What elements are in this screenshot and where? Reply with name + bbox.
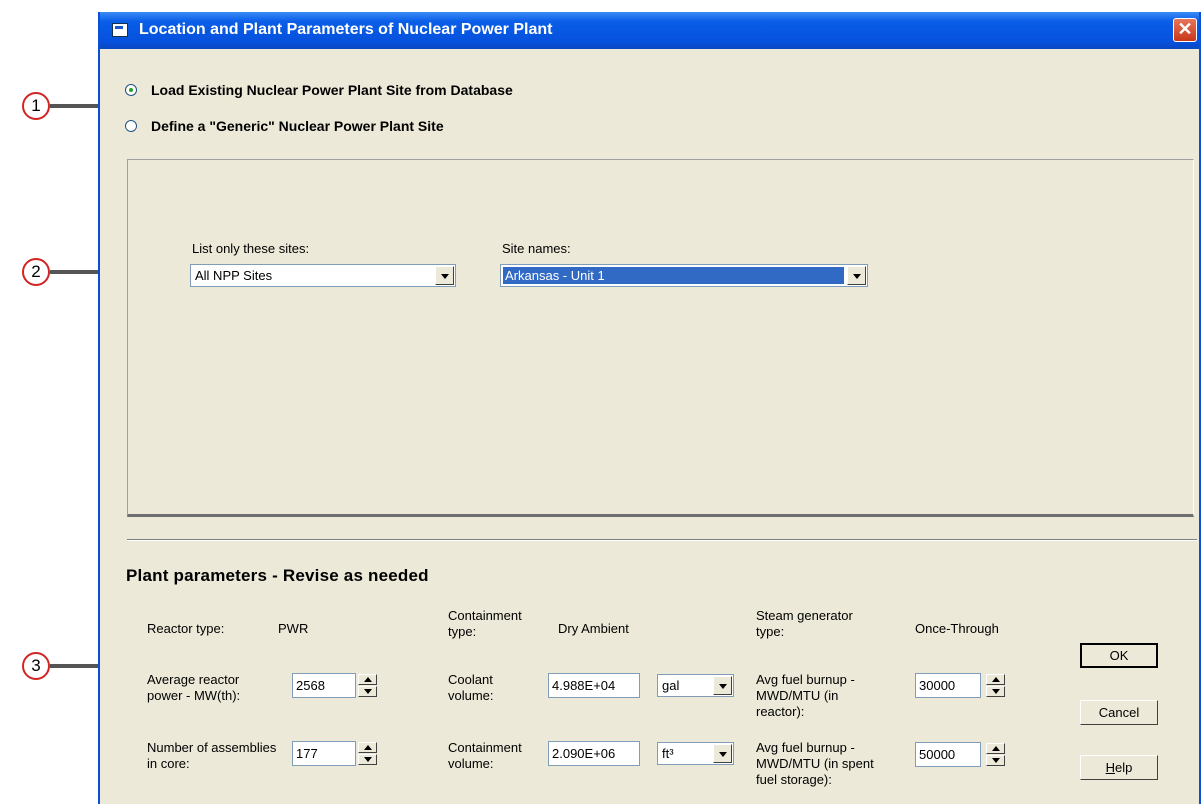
site-names-dropdown[interactable]: Arkansas - Unit 1 xyxy=(500,264,868,287)
reactor-power-spinner[interactable] xyxy=(358,674,377,697)
burnup-reactor-input[interactable]: 30000 xyxy=(915,673,981,698)
containment-unit-value: ft³ xyxy=(662,746,674,761)
arrow-down-icon xyxy=(992,758,1000,763)
site-filter-dropdown-button[interactable] xyxy=(435,266,454,285)
coolant-volume-label: Coolant volume: xyxy=(448,672,494,703)
spin-down-button[interactable] xyxy=(358,754,377,765)
radio-load-existing-label: Load Existing Nuclear Power Plant Site f… xyxy=(151,82,513,98)
site-names-dropdown-button[interactable] xyxy=(847,266,866,285)
section-divider xyxy=(127,539,1197,541)
spin-up-button[interactable] xyxy=(986,743,1005,754)
coolant-unit-dropdown[interactable]: gal xyxy=(657,674,734,697)
spin-down-button[interactable] xyxy=(986,686,1005,697)
radio-define-generic[interactable]: Define a "Generic" Nuclear Power Plant S… xyxy=(125,118,444,134)
site-filter-label: List only these sites: xyxy=(192,241,310,256)
arrow-up-icon xyxy=(364,677,372,682)
site-filter-dropdown[interactable]: All NPP Sites xyxy=(190,264,456,287)
reactor-type-value: PWR xyxy=(278,621,309,636)
app-window-icon xyxy=(112,23,128,37)
spin-up-button[interactable] xyxy=(358,742,377,753)
chevron-down-icon xyxy=(853,274,861,279)
spin-up-button[interactable] xyxy=(986,674,1005,685)
coolant-volume-input[interactable]: 4.988E+04 xyxy=(548,673,640,698)
containment-type-label: Containment type: xyxy=(448,608,522,639)
site-filter-value: All NPP Sites xyxy=(195,268,273,283)
radio-define-generic-label: Define a "Generic" Nuclear Power Plant S… xyxy=(151,118,444,134)
containment-volume-label: Containment volume: xyxy=(448,740,522,771)
containment-unit-dropdown-button[interactable] xyxy=(713,744,732,763)
containment-unit-dropdown[interactable]: ft³ xyxy=(657,742,734,765)
site-names-label: Site names: xyxy=(502,241,571,256)
radio-button[interactable] xyxy=(125,120,137,132)
spin-down-button[interactable] xyxy=(986,755,1005,766)
assemblies-spinner[interactable] xyxy=(358,742,377,765)
callout-1-badge: 1 xyxy=(22,92,50,120)
arrow-down-icon xyxy=(992,689,1000,694)
chevron-down-icon xyxy=(441,274,449,279)
arrow-up-icon xyxy=(992,746,1000,751)
title-bar[interactable]: Location and Plant Parameters of Nuclear… xyxy=(100,12,1199,49)
burnup-reactor-spinner[interactable] xyxy=(986,674,1005,697)
burnup-storage-spinner[interactable] xyxy=(986,743,1005,766)
radio-button-selected[interactable] xyxy=(125,84,137,96)
chevron-down-icon xyxy=(719,684,727,689)
burnup-storage-input[interactable]: 50000 xyxy=(915,742,981,767)
arrow-up-icon xyxy=(364,745,372,750)
coolant-unit-value: gal xyxy=(662,678,680,693)
containment-type-value: Dry Ambient xyxy=(558,621,629,636)
site-selection-frame xyxy=(127,159,1194,517)
close-button[interactable]: ✕ xyxy=(1173,18,1197,42)
assemblies-label: Number of assemblies in core: xyxy=(147,740,277,771)
arrow-up-icon xyxy=(992,677,1000,682)
reactor-type-label: Reactor type: xyxy=(147,621,225,636)
chevron-down-icon xyxy=(719,752,727,757)
radio-load-existing[interactable]: Load Existing Nuclear Power Plant Site f… xyxy=(125,82,513,98)
steam-generator-type-label: Steam generator type: xyxy=(756,608,853,639)
callout-2-badge: 2 xyxy=(22,258,50,286)
cancel-button[interactable]: Cancel xyxy=(1080,700,1158,725)
reactor-power-label: Average reactor power - MW(th): xyxy=(147,672,241,703)
help-button[interactable]: Help xyxy=(1080,755,1158,780)
arrow-down-icon xyxy=(364,757,372,762)
help-button-accesskey: H xyxy=(1105,760,1116,775)
steam-generator-type-value: Once-Through xyxy=(915,621,999,636)
burnup-storage-label: Avg fuel burnup - MWD/MTU (in spent fuel… xyxy=(756,740,874,787)
arrow-down-icon xyxy=(364,689,372,694)
assemblies-input[interactable]: 177 xyxy=(292,741,356,766)
dialog-window: Location and Plant Parameters of Nuclear… xyxy=(98,12,1201,804)
spin-up-button[interactable] xyxy=(358,674,377,685)
coolant-unit-dropdown-button[interactable] xyxy=(713,676,732,695)
containment-volume-input[interactable]: 2.090E+06 xyxy=(548,741,640,766)
site-names-value: Arkansas - Unit 1 xyxy=(503,267,844,284)
spin-down-button[interactable] xyxy=(358,686,377,697)
callout-3-badge: 3 xyxy=(22,652,50,680)
window-title: Location and Plant Parameters of Nuclear… xyxy=(139,21,553,38)
reactor-power-input[interactable]: 2568 xyxy=(292,673,356,698)
close-icon: ✕ xyxy=(1177,19,1193,39)
plant-parameters-heading: Plant parameters - Revise as needed xyxy=(126,566,429,585)
burnup-reactor-label: Avg fuel burnup - MWD/MTU (in reactor): xyxy=(756,672,855,719)
help-button-label: elp xyxy=(1115,760,1133,775)
ok-button[interactable]: OK xyxy=(1080,643,1158,668)
